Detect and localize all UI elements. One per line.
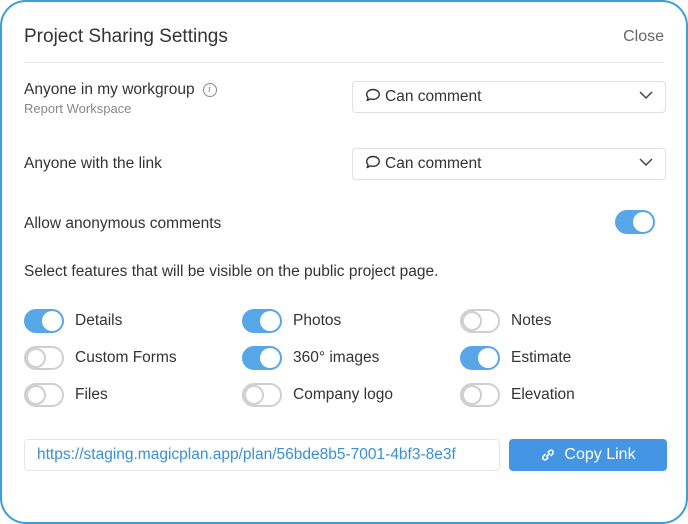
feature-toggle-details[interactable] (24, 309, 64, 333)
feature-label-360-images: 360° images (293, 349, 380, 366)
workgroup-permission-text: Can comment (385, 88, 482, 105)
link-permission-text: Can comment (385, 155, 482, 172)
project-sharing-dialog: Project Sharing Settings Close Anyone in… (0, 0, 688, 524)
comment-icon (366, 155, 380, 169)
anonymous-comments-label: Allow anonymous comments (24, 215, 222, 232)
feature-label-photos: Photos (293, 312, 342, 329)
dialog-title: Project Sharing Settings (24, 26, 228, 47)
link-permission-value: Can comment (365, 155, 481, 173)
feature-label-details: Details (75, 312, 123, 329)
feature-label-files: Files (75, 386, 108, 403)
link-icon (542, 449, 555, 461)
workgroup-permission-select[interactable]: Can comment (352, 81, 666, 113)
feature-toggle-360-images[interactable] (242, 346, 282, 370)
feature-toggle-photos[interactable] (242, 309, 282, 333)
feature-label-company-logo: Company logo (293, 386, 393, 403)
toggle-knob (26, 348, 46, 368)
copy-link-label: Copy Link (564, 446, 636, 463)
info-icon[interactable]: i (202, 83, 217, 97)
feature-toggle-notes[interactable] (460, 309, 500, 333)
workgroup-label-text: Anyone in my workgroup (24, 81, 195, 98)
toggle-knob (633, 212, 653, 232)
comment-icon (366, 88, 380, 102)
chevron-down-icon (639, 158, 653, 167)
feature-toggle-custom-forms[interactable] (24, 346, 64, 370)
feature-label-custom-forms: Custom Forms (75, 349, 177, 366)
feature-toggle-company-logo[interactable] (242, 383, 282, 407)
feature-label-estimate: Estimate (511, 349, 572, 366)
workgroup-label: Anyone in my workgroup i (24, 81, 217, 99)
link-access-label: Anyone with the link (24, 155, 162, 172)
toggle-knob (462, 385, 482, 405)
workgroup-permission-value: Can comment (365, 88, 481, 106)
link-permission-select[interactable]: Can comment (352, 148, 666, 180)
share-url-input[interactable] (25, 440, 499, 470)
copy-link-button[interactable]: Copy Link (509, 439, 667, 471)
toggle-knob (478, 348, 498, 368)
feature-label-notes: Notes (511, 312, 552, 329)
chevron-down-icon (639, 91, 653, 100)
toggle-knob (260, 348, 280, 368)
workgroup-sublabel: Report Workspace (24, 101, 132, 116)
toggle-knob (462, 311, 482, 331)
feature-toggle-elevation[interactable] (460, 383, 500, 407)
feature-toggle-estimate[interactable] (460, 346, 500, 370)
toggle-knob (42, 311, 62, 331)
share-url-field[interactable] (24, 439, 500, 471)
feature-label-elevation: Elevation (511, 386, 575, 403)
feature-toggle-files[interactable] (24, 383, 64, 407)
close-button[interactable]: Close (623, 28, 664, 46)
header-divider (24, 62, 664, 63)
features-heading: Select features that will be visible on … (24, 263, 439, 280)
toggle-knob (244, 385, 264, 405)
toggle-knob (260, 311, 280, 331)
toggle-knob (26, 385, 46, 405)
anonymous-comments-toggle[interactable] (615, 210, 655, 234)
